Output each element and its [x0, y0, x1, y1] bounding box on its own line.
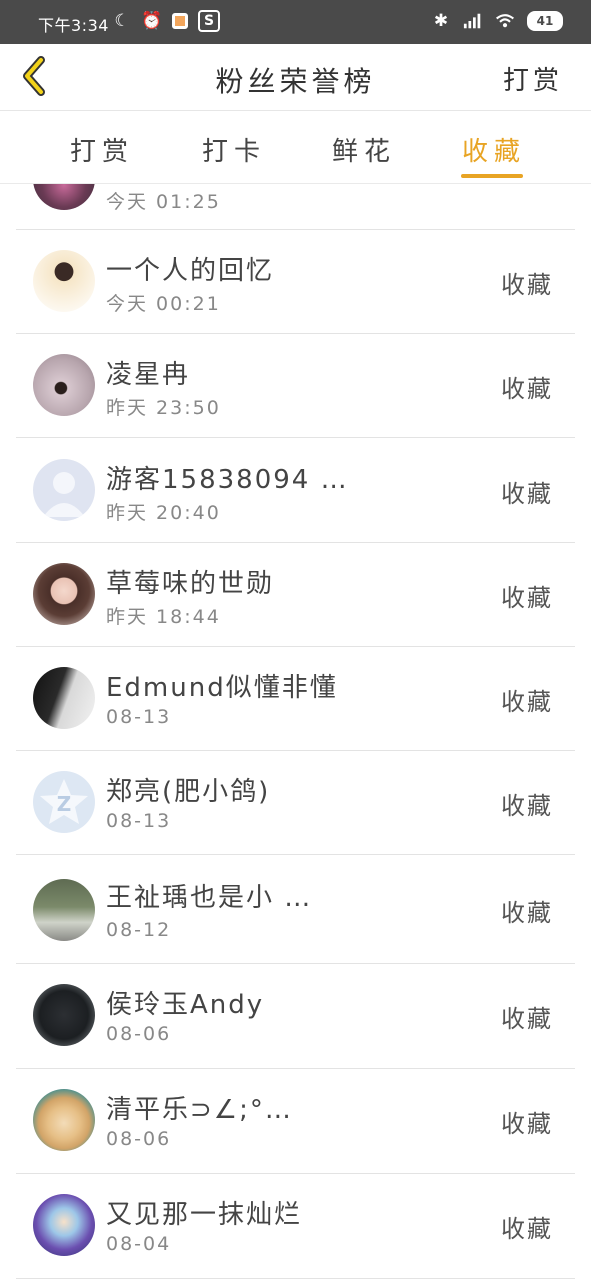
- avatar: [33, 879, 95, 941]
- list-item[interactable]: 王祉瑀也是小 … 08-12 收藏: [16, 855, 575, 964]
- fan-time: 今天 00:21: [106, 293, 221, 315]
- battery-icon: 41: [527, 11, 563, 31]
- fan-name: 游客15838094 …: [106, 465, 349, 495]
- action-label: 收藏: [501, 899, 553, 927]
- page-header: 粉丝荣誉榜 打赏: [0, 44, 591, 111]
- fan-name: 王祉瑀也是小 …: [106, 883, 313, 913]
- bluetooth-icon: ✱: [433, 11, 449, 31]
- wifi-icon: [495, 10, 515, 32]
- action-label: 收藏: [501, 1005, 553, 1033]
- fan-time: 08-06: [106, 1023, 172, 1045]
- avatar: [33, 184, 95, 210]
- qq-zone-icon: Z: [40, 779, 88, 824]
- status-time: 下午3:34: [38, 16, 109, 35]
- action-label: 收藏: [501, 271, 553, 299]
- list-item[interactable]: Edmund似懂非懂 08-13 收藏: [16, 647, 575, 751]
- action-label: 收藏: [501, 1215, 553, 1243]
- tab-reward[interactable]: 打赏: [70, 131, 134, 168]
- tab-checkin[interactable]: 打卡: [202, 131, 266, 168]
- moon-icon: ☾: [114, 11, 130, 31]
- list-item[interactable]: 游客15838094 … 昨天 20:40 收藏: [16, 438, 575, 543]
- status-left-icons: ☾ ⏰ S: [112, 10, 220, 32]
- fan-time: 昨天 20:40: [106, 502, 221, 524]
- avatar: [33, 354, 95, 416]
- avatar: [33, 1194, 95, 1256]
- reward-button[interactable]: 打赏: [503, 60, 563, 97]
- signal-icon: [463, 10, 483, 32]
- fan-name: 凌星冉: [106, 360, 191, 390]
- s-app-icon: S: [198, 10, 220, 32]
- fan-time: 08-04: [106, 1233, 172, 1255]
- fan-name: Edmund似懂非懂: [106, 673, 338, 703]
- alarm-icon: ⏰: [141, 11, 163, 31]
- fan-time: 08-13: [106, 810, 172, 832]
- avatar: [33, 563, 95, 625]
- fan-name: 一个人的回忆: [106, 256, 275, 286]
- fan-time: 08-06: [106, 1128, 172, 1150]
- svg-text:Z: Z: [57, 792, 72, 816]
- action-label: 收藏: [501, 688, 553, 716]
- fan-time: 08-12: [106, 919, 172, 941]
- default-user-icon: [43, 472, 85, 517]
- action-label: 收藏: [501, 375, 553, 403]
- action-label: 收藏: [501, 480, 553, 508]
- list-item[interactable]: Z 郑亮(肥小鸽) 08-13 收藏: [16, 751, 575, 855]
- avatar: [33, 1089, 95, 1151]
- list-item[interactable]: 又见那一抹灿烂 08-04 收藏: [16, 1174, 575, 1279]
- avatar: [33, 984, 95, 1046]
- fan-name: 清平乐⊃∠;°…: [106, 1095, 293, 1125]
- list-item[interactable]: 草莓味的世勋 昨天 18:44 收藏: [16, 543, 575, 647]
- action-label: 收藏: [501, 584, 553, 612]
- list-item[interactable]: 凌星冉 昨天 23:50 收藏: [16, 334, 575, 438]
- list-item[interactable]: 清平乐⊃∠;°… 08-06 收藏: [16, 1069, 575, 1174]
- tab-flowers[interactable]: 鲜花: [332, 131, 396, 168]
- avatar: [33, 459, 95, 521]
- status-bar: 下午3:34 ☾ ⏰ S ✱ 41: [0, 0, 591, 44]
- status-right-icons: ✱ 41: [431, 10, 563, 32]
- tab-favorites[interactable]: 收藏: [462, 131, 526, 168]
- action-label: 收藏: [501, 792, 553, 820]
- fan-time: 昨天 23:50: [106, 397, 221, 419]
- fan-name: 又见那一抹灿烂: [106, 1200, 303, 1230]
- avatar: [33, 667, 95, 729]
- fan-name: 草莓味的世勋: [106, 569, 275, 599]
- avatar: Z: [33, 771, 95, 833]
- fan-time: 08-13: [106, 706, 172, 728]
- active-tab-indicator: [461, 174, 523, 178]
- fan-time: 今天 01:25: [106, 191, 221, 213]
- tab-bar: 打赏 打卡 鲜花 收藏: [0, 111, 591, 184]
- list-item[interactable]: 一个人的回忆 今天 00:21 收藏: [16, 230, 575, 334]
- fan-name: 侯玲玉Andy: [106, 990, 265, 1020]
- list-item[interactable]: 今天 01:25 收藏: [16, 184, 575, 230]
- app-notification-icon: [172, 13, 188, 29]
- action-label: 收藏: [501, 1110, 553, 1138]
- fan-time: 昨天 18:44: [106, 606, 221, 628]
- fan-name: 郑亮(肥小鸽): [106, 777, 271, 807]
- avatar: [33, 250, 95, 312]
- fan-list: 今天 01:25 收藏 一个人的回忆 今天 00:21 收藏 凌星冉 昨天 23…: [0, 184, 591, 1280]
- list-item[interactable]: 侯玲玉Andy 08-06 收藏: [16, 964, 575, 1069]
